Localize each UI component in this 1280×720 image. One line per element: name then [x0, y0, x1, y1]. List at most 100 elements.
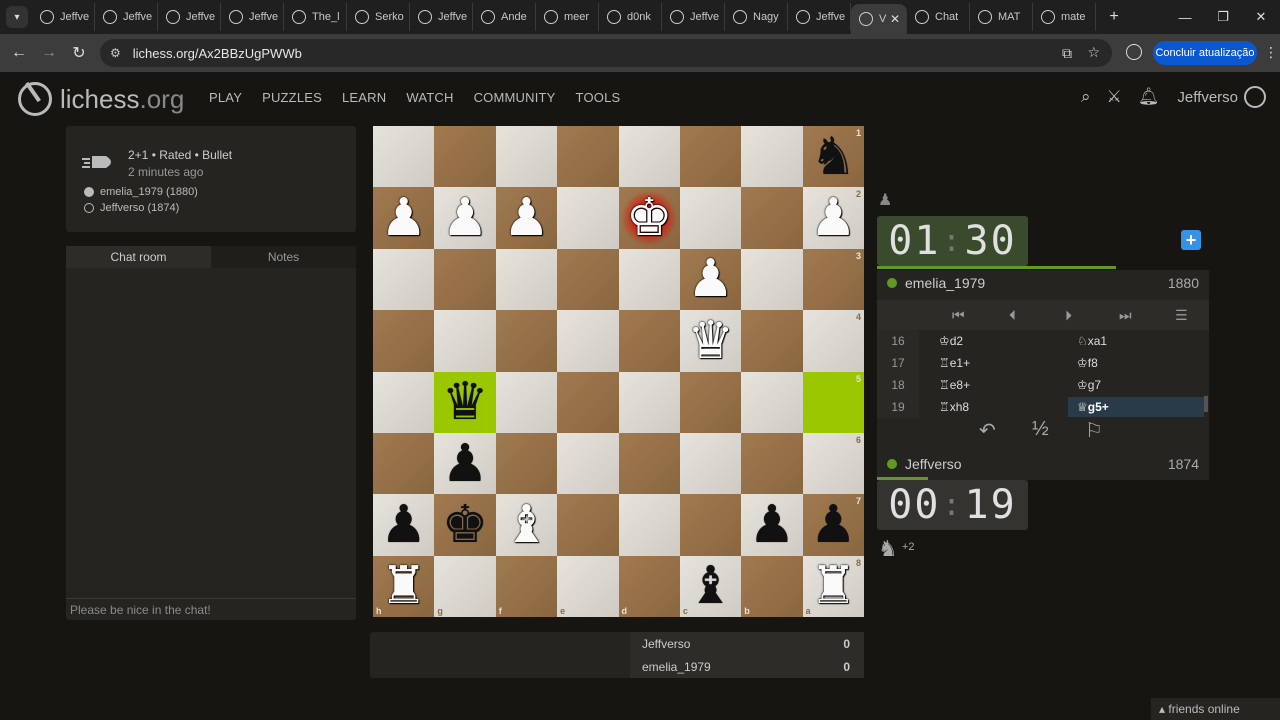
white-queen-piece[interactable]: ♛ [687, 315, 734, 367]
square-d6[interactable] [618, 432, 680, 495]
friends-online-button[interactable]: ▴ friends online [1151, 698, 1280, 720]
challenges-icon[interactable]: ⚔ [1107, 87, 1122, 107]
maximize-icon[interactable]: ❐ [1204, 0, 1242, 34]
square-b2[interactable] [741, 187, 803, 249]
square-f1[interactable] [495, 126, 558, 188]
white-pawn-piece[interactable]: ♟ [687, 253, 734, 305]
nav-tools[interactable]: TOOLS [576, 90, 621, 105]
square-e8[interactable]: e [557, 555, 619, 617]
last-move-icon[interactable]: ⏭ [1119, 307, 1132, 324]
site-logo[interactable]: lichess.org [18, 82, 184, 116]
black-move[interactable]: ♘xa1 [1077, 334, 1107, 348]
menu-hamburger-icon[interactable]: ☰ [1175, 307, 1188, 324]
white-move[interactable]: ♖e8+ [939, 378, 970, 392]
black-player-info[interactable]: Jeffverso (1874) [84, 202, 179, 214]
square-b5[interactable] [741, 371, 803, 433]
self-name[interactable]: Jeffverso [905, 456, 962, 472]
install-app-icon[interactable]: ⧉ [1062, 45, 1072, 62]
square-h7[interactable]: ♟ [373, 494, 435, 556]
square-c6[interactable] [679, 432, 742, 495]
square-c5[interactable] [679, 371, 742, 433]
square-c1[interactable] [679, 126, 742, 188]
white-pawn-piece[interactable]: ♟ [380, 192, 427, 244]
square-f6[interactable] [495, 432, 558, 495]
first-move-icon[interactable]: ⏮ [952, 307, 965, 324]
search-icon[interactable]: ⌕ [1081, 87, 1091, 107]
reload-icon[interactable]: ↻ [64, 43, 94, 63]
square-h6[interactable] [373, 432, 435, 495]
square-h8[interactable]: ♜ h [373, 555, 435, 617]
url-omnibox[interactable]: ⚙ lichess.org/Ax2BBzUgPWWb ⧉ ☆ [100, 39, 1112, 67]
browser-tab[interactable]: Jeffve [221, 3, 284, 31]
browser-tab[interactable]: mate [1033, 3, 1096, 31]
square-g3[interactable] [434, 248, 496, 311]
white-pawn-piece[interactable]: ♟ [442, 192, 489, 244]
black-move[interactable]: ♕g5+ [1068, 397, 1204, 417]
black-pawn-piece[interactable]: ♟ [810, 499, 857, 551]
username-menu[interactable]: Jeffverso [1177, 89, 1238, 106]
score-player-name[interactable]: emelia_1979 [642, 660, 711, 674]
square-c4[interactable]: ♛ [679, 310, 742, 372]
square-g6[interactable]: ♟ [434, 432, 496, 495]
square-g4[interactable] [434, 310, 496, 372]
chess-board[interactable]: ♞ 1 ♟ ♟ ♟ ♚ ♟ 2 ♟ 3 ♛ 4 ♛ 5 ♟ 6 ♟ ♚ ♝ ♟ ♟ 7 ♜ h g f e d ♝ c b ♜ 8 a [373, 126, 864, 617]
square-c3[interactable]: ♟ [679, 248, 742, 311]
white-pawn-piece[interactable]: ♟ [503, 192, 550, 244]
square-g5[interactable]: ♛ [434, 371, 496, 433]
close-window-icon[interactable]: ✕ [1242, 0, 1280, 34]
square-f3[interactable] [495, 248, 558, 311]
chat-input[interactable]: Please be nice in the chat! [66, 598, 356, 620]
square-g1[interactable] [434, 126, 496, 188]
square-a8[interactable]: ♜ 8 a [802, 555, 864, 617]
square-h3[interactable] [373, 248, 435, 311]
square-a7[interactable]: ♟ 7 [802, 494, 864, 556]
black-move[interactable]: ♔g7 [1077, 378, 1101, 392]
square-a2[interactable]: ♟ 2 [802, 187, 864, 249]
square-b3[interactable] [741, 248, 803, 311]
square-d5[interactable] [618, 371, 680, 433]
browser-tab[interactable]: Jeffve [788, 3, 851, 31]
black-pawn-piece[interactable]: ♟ [749, 499, 796, 551]
profile-icon[interactable] [1126, 44, 1142, 60]
square-e4[interactable] [557, 310, 619, 372]
add-time-button[interactable]: + [1181, 230, 1201, 250]
square-b4[interactable] [741, 310, 803, 372]
square-f8[interactable]: f [495, 555, 558, 617]
square-b7[interactable]: ♟ [741, 494, 803, 556]
white-player-info[interactable]: emelia_1979 (1880) [84, 186, 198, 198]
browser-tab[interactable]: MAT [970, 3, 1033, 31]
nav-community[interactable]: COMMUNITY [474, 90, 556, 105]
square-f4[interactable] [495, 310, 558, 372]
square-c8[interactable]: ♝ c [679, 555, 742, 617]
black-queen-piece[interactable]: ♛ [442, 376, 489, 428]
browser-tab[interactable]: Jeffve [410, 3, 473, 31]
score-player-name[interactable]: Jeffverso [642, 637, 690, 651]
square-h5[interactable] [373, 371, 435, 433]
browser-tab[interactable]: Jeffve [662, 3, 725, 31]
white-player-name[interactable]: emelia_1979 (1880) [100, 186, 198, 198]
square-a4[interactable]: 4 [802, 310, 864, 372]
site-info-icon[interactable]: ⚙ [110, 46, 121, 60]
browser-tab[interactable]: Jeffve [158, 3, 221, 31]
square-d1[interactable] [618, 126, 680, 188]
white-move[interactable]: ♖e1+ [939, 356, 970, 370]
black-player-name[interactable]: Jeffverso (1874) [100, 202, 179, 214]
browser-tab[interactable]: Jeffve [95, 3, 158, 31]
next-move-icon[interactable]: ⏵ [1065, 307, 1072, 324]
white-move[interactable]: ♖xh8 [939, 400, 969, 414]
square-e7[interactable] [557, 494, 619, 556]
black-bishop-piece[interactable]: ♝ [687, 560, 734, 612]
square-c2[interactable] [679, 187, 742, 249]
browser-tab[interactable]: The_l [284, 3, 347, 31]
opponent-name[interactable]: emelia_1979 [905, 275, 985, 291]
square-g7[interactable]: ♚ [434, 494, 496, 556]
square-f7[interactable]: ♝ [495, 494, 558, 556]
url-text[interactable]: lichess.org/Ax2BBzUgPWWb [133, 46, 302, 61]
square-d7[interactable] [618, 494, 680, 556]
square-a3[interactable]: 3 [802, 248, 864, 311]
square-d3[interactable] [618, 248, 680, 311]
square-d4[interactable] [618, 310, 680, 372]
white-pawn-piece[interactable]: ♟ [810, 192, 857, 244]
browser-tab[interactable]: Serko [347, 3, 410, 31]
takeback-icon[interactable]: ↶ [979, 418, 996, 443]
